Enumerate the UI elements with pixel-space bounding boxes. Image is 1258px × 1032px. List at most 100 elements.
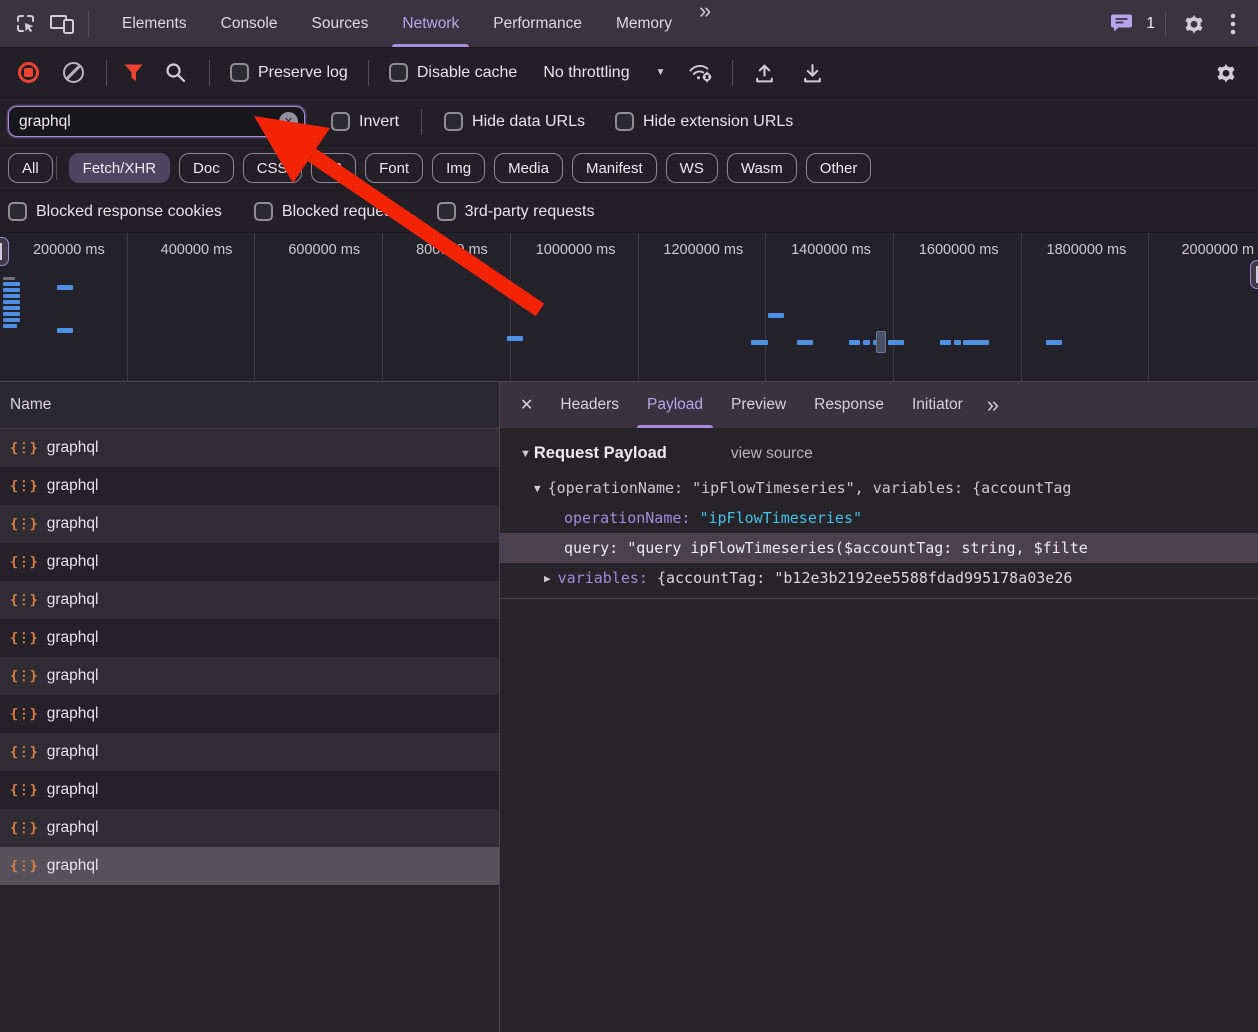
chip-ws[interactable]: WS bbox=[666, 153, 718, 183]
tab-memory[interactable]: Memory bbox=[599, 0, 689, 47]
payload-preview-text: {operationName: "ipFlowTimeseries", vari… bbox=[548, 479, 1072, 497]
table-row[interactable]: {⋮}graphql bbox=[0, 809, 499, 847]
chip-manifest[interactable]: Manifest bbox=[572, 153, 657, 183]
name-column-header[interactable]: Name bbox=[0, 382, 499, 429]
timeline-selected-marker bbox=[876, 331, 886, 353]
request-timing-bar bbox=[863, 340, 870, 345]
kebab-menu-icon[interactable] bbox=[1222, 6, 1244, 42]
timeline-drag-handle-left[interactable] bbox=[0, 237, 9, 266]
blocked-cookies-label: Blocked response cookies bbox=[36, 203, 222, 221]
fetch-xhr-icon: {⋮} bbox=[10, 744, 37, 760]
payload-variables-row[interactable]: ▶ variables: {accountTag: "b12e3b2192ee5… bbox=[500, 563, 1258, 593]
table-row-selected[interactable]: {⋮}graphql bbox=[0, 847, 499, 885]
tab-response[interactable]: Response bbox=[800, 382, 898, 428]
view-source-link[interactable]: view source bbox=[731, 445, 813, 463]
request-timing-bar bbox=[3, 288, 20, 292]
fetch-xhr-icon: {⋮} bbox=[10, 478, 37, 494]
collapse-triangle-icon[interactable]: ▼ bbox=[534, 482, 541, 495]
clear-filter-icon[interactable]: ✕ bbox=[279, 112, 298, 131]
tab-console[interactable]: Console bbox=[204, 0, 295, 47]
network-conditions-icon[interactable] bbox=[682, 55, 718, 91]
chip-css[interactable]: CSS bbox=[243, 153, 302, 183]
fetch-xhr-icon: {⋮} bbox=[10, 782, 37, 798]
third-party-requests-checkbox[interactable] bbox=[437, 202, 456, 221]
collapse-triangle-icon[interactable]: ▼ bbox=[520, 448, 531, 460]
request-timing-bar bbox=[751, 340, 768, 345]
network-settings-gear-icon[interactable] bbox=[1208, 55, 1244, 91]
payload-preview-row[interactable]: ▼ {operationName: "ipFlowTimeseries", va… bbox=[500, 473, 1258, 503]
preserve-log-checkbox[interactable] bbox=[230, 63, 249, 82]
request-timing-bar bbox=[3, 324, 17, 328]
fetch-xhr-icon: {⋮} bbox=[10, 858, 37, 874]
more-tabs-icon[interactable]: » bbox=[689, 0, 721, 47]
table-row[interactable]: {⋮}graphql bbox=[0, 695, 499, 733]
tab-sources[interactable]: Sources bbox=[295, 0, 386, 47]
filter-input[interactable] bbox=[8, 106, 305, 137]
record-network-log-button[interactable] bbox=[18, 62, 39, 83]
table-row[interactable]: {⋮}graphql bbox=[0, 771, 499, 809]
table-row[interactable]: {⋮}graphql bbox=[0, 505, 499, 543]
tab-network[interactable]: Network bbox=[385, 0, 476, 47]
tab-payload[interactable]: Payload bbox=[633, 382, 717, 428]
table-row[interactable]: {⋮}graphql bbox=[0, 429, 499, 467]
request-timing-bar bbox=[3, 306, 20, 310]
table-row[interactable]: {⋮}graphql bbox=[0, 657, 499, 695]
chip-font[interactable]: Font bbox=[365, 153, 423, 183]
hide-data-urls-checkbox[interactable] bbox=[444, 112, 463, 131]
request-timing-bar bbox=[768, 313, 784, 318]
device-toolbar-icon[interactable] bbox=[44, 6, 80, 42]
timeline-drag-handle-right[interactable] bbox=[1250, 260, 1258, 289]
export-har-icon[interactable] bbox=[795, 55, 831, 91]
tab-headers[interactable]: Headers bbox=[546, 382, 633, 428]
issues-icon[interactable] bbox=[1108, 6, 1136, 42]
fetch-xhr-icon: {⋮} bbox=[10, 554, 37, 570]
chip-other[interactable]: Other bbox=[806, 153, 872, 183]
timeline-tick: 1600000 ms bbox=[894, 233, 1022, 381]
table-row[interactable]: {⋮}graphql bbox=[0, 581, 499, 619]
payload-operation-row[interactable]: operationName: "ipFlowTimeseries" bbox=[500, 503, 1258, 533]
hide-extension-urls-checkbox[interactable] bbox=[615, 112, 634, 131]
chip-all[interactable]: All bbox=[8, 153, 53, 183]
clear-network-log-icon[interactable] bbox=[63, 62, 84, 83]
settings-gear-icon[interactable] bbox=[1176, 6, 1212, 42]
request-name: graphql bbox=[47, 591, 99, 609]
request-name: graphql bbox=[47, 629, 99, 647]
tab-elements[interactable]: Elements bbox=[105, 0, 204, 47]
payload-query-row-selected[interactable]: query: "query ipFlowTimeseries($accountT… bbox=[500, 533, 1258, 563]
chip-fetch-xhr[interactable]: Fetch/XHR bbox=[69, 153, 170, 183]
tab-preview[interactable]: Preview bbox=[717, 382, 800, 428]
throttling-select[interactable]: No throttling bbox=[543, 64, 629, 82]
toolbar-divider bbox=[421, 109, 422, 135]
close-icon[interactable]: ✕ bbox=[500, 395, 546, 415]
table-row[interactable]: {⋮}graphql bbox=[0, 543, 499, 581]
devtools-main-toolbar: Elements Console Sources Network Perform… bbox=[0, 0, 1258, 48]
more-detail-tabs-icon[interactable]: » bbox=[977, 394, 1009, 416]
network-overview-timeline[interactable]: 200000 ms 400000 ms 600000 ms 800000 ms … bbox=[0, 233, 1258, 382]
chevron-down-icon[interactable]: ▼ bbox=[656, 67, 666, 78]
network-main-area: Name {⋮}graphql {⋮}graphql {⋮}graphql {⋮… bbox=[0, 382, 1258, 1032]
chip-img[interactable]: Img bbox=[432, 153, 485, 183]
expand-triangle-icon[interactable]: ▶ bbox=[544, 572, 551, 585]
tab-initiator[interactable]: Initiator bbox=[898, 382, 977, 428]
search-icon[interactable] bbox=[157, 55, 193, 91]
fetch-xhr-icon: {⋮} bbox=[10, 706, 37, 722]
request-timing-bar bbox=[888, 340, 904, 345]
invert-checkbox[interactable] bbox=[331, 112, 350, 131]
blocked-cookies-checkbox[interactable] bbox=[8, 202, 27, 221]
request-name: graphql bbox=[47, 667, 99, 685]
disable-cache-checkbox[interactable] bbox=[389, 63, 408, 82]
import-har-icon[interactable] bbox=[747, 55, 783, 91]
blocked-requests-checkbox[interactable] bbox=[254, 202, 273, 221]
request-timing-bar bbox=[963, 340, 989, 345]
table-row[interactable]: {⋮}graphql bbox=[0, 467, 499, 505]
table-row[interactable]: {⋮}graphql bbox=[0, 733, 499, 771]
inspect-element-icon[interactable] bbox=[8, 6, 44, 42]
table-row[interactable]: {⋮}graphql bbox=[0, 619, 499, 657]
tab-performance[interactable]: Performance bbox=[476, 0, 599, 47]
chip-js[interactable]: JS bbox=[311, 153, 357, 183]
chip-wasm[interactable]: Wasm bbox=[727, 153, 797, 183]
payload-string-value: "ipFlowTimeseries" bbox=[699, 509, 862, 527]
chip-doc[interactable]: Doc bbox=[179, 153, 234, 183]
chip-media[interactable]: Media bbox=[494, 153, 563, 183]
filter-funnel-icon[interactable] bbox=[115, 55, 151, 91]
